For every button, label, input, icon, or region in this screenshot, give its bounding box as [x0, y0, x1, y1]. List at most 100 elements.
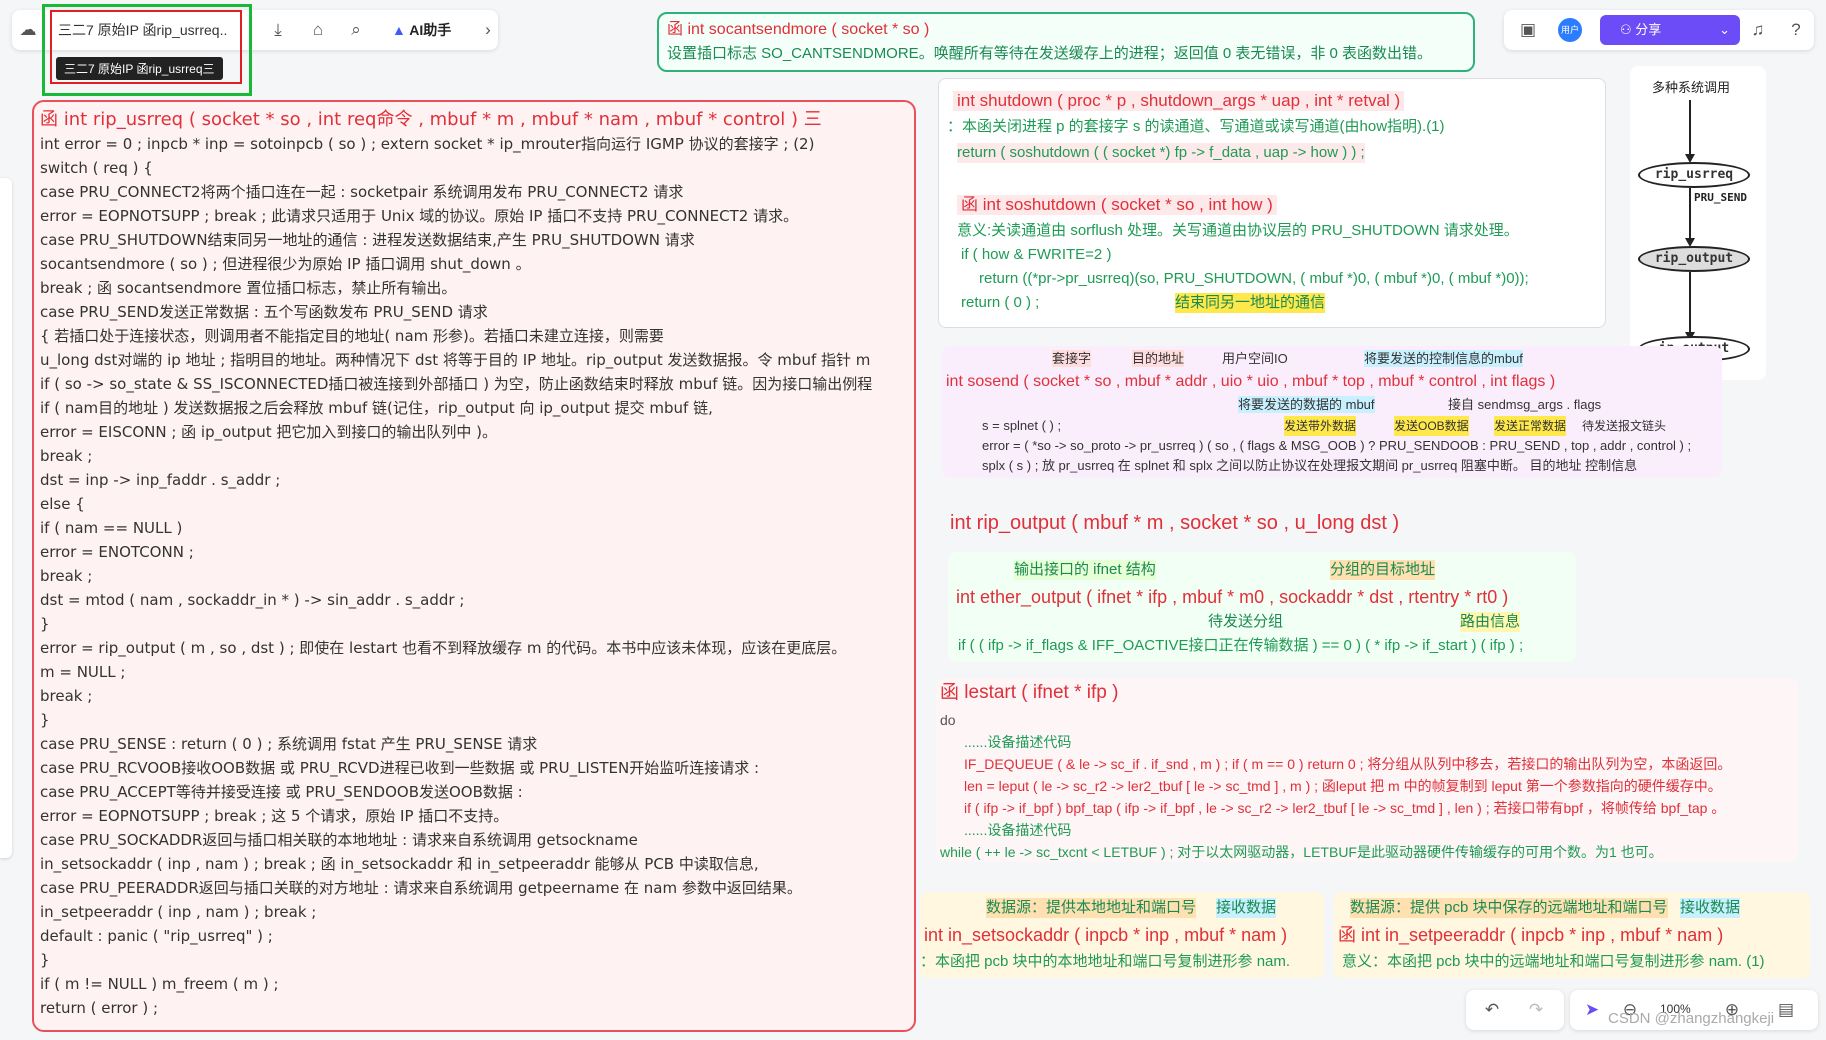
chevron-down-icon: ⌄ — [1719, 22, 1730, 37]
download-icon[interactable]: ⤓ — [262, 14, 294, 46]
socantsendmore-note[interactable]: 函 int socantsendmore ( socket * so ) 设置插… — [657, 12, 1475, 72]
share-button[interactable]: ⚇ 分享 ⌄ — [1600, 15, 1740, 45]
lestart-l1: IF_DEQUEUE ( & le -> sc_if . if_snd , m … — [964, 756, 1732, 772]
code-line: case PRU_SOCKADDR返回与插口相关联的本地地址 : 请求来自系统调… — [40, 831, 638, 849]
chevron-right-icon[interactable]: › — [472, 14, 504, 46]
sosend-sig: int sosend ( socket * so , mbuf * addr ,… — [946, 373, 1556, 390]
code-line: case PRU_SEND发送正常数据 : 五个写函数发布 PRU_SEND 请… — [40, 303, 488, 321]
ether-output-box[interactable]: 输出接口的 ifnet 结构 分组的目标地址 int ether_output … — [948, 552, 1576, 662]
code-line: 函 int rip_usrreq ( socket * so , int req… — [40, 109, 822, 130]
avatar[interactable]: 用户 — [1558, 18, 1582, 42]
gift-icon[interactable]: ▣ — [1512, 14, 1544, 46]
code-line: in_setpeeraddr ( inp , nam ) ; break ; — [40, 903, 317, 921]
code-line: int error = 0 ; inpcb * inp = sotoinpcb … — [40, 135, 815, 153]
bell-icon[interactable]: ♫ — [1742, 14, 1774, 46]
sosend-l1: s = splnet ( ) ; — [982, 418, 1062, 433]
tag-pkt: 待发送报文链头 — [1582, 419, 1667, 433]
node-rip-output: rip_output — [1638, 246, 1750, 272]
code-line: error = EOPNOTSUPP ; break ; 这 5 个请求，原始 … — [40, 807, 509, 825]
shutdown-box[interactable]: int shutdown ( proc * p , shutdown_args … — [938, 78, 1606, 328]
setsockaddr-box[interactable]: 数据源：提供本地地址和端口号 接收数据 int in_setsockaddr (… — [920, 892, 1324, 978]
user-plus-icon: ⚇ — [1620, 22, 1632, 37]
share-label: 分享 — [1635, 22, 1662, 37]
code-line: case PRU_ACCEPT等待并接受连接 或 PRU_SENDOOB发送OO… — [40, 783, 523, 801]
shutdown-desc: ：本函关闭进程 p 的套接字 s 的读通道、写通道或读写通道(由how指明).(… — [947, 118, 1445, 135]
rip-usrreq-pane[interactable]: 函 int rip_usrreq ( socket * so , int req… — [32, 100, 916, 1032]
lestart-c1: ......设备描述代码 — [964, 734, 1072, 750]
code-line: error = rip_output ( m , so , dst ) ; 即使… — [40, 639, 847, 657]
code-line: error = EISCONN ; 函 ip_output 把它加入到接口的输出… — [40, 423, 497, 441]
code-line: } — [40, 951, 50, 969]
tag-setpeer-src: 数据源：提供 pcb 块中保存的远端地址和端口号 — [1350, 898, 1668, 918]
setpeeraddr-desc: 意义：本函把 pcb 块中的远端地址和端口号复制进形参 nam. (1) — [1342, 953, 1765, 970]
lestart-do: do — [940, 712, 956, 728]
soshutdown-if: if ( how & FWRITE=2 ) — [961, 246, 1112, 263]
code-line: case PRU_PEERADDR返回与插口关联的对方地址 : 请求来自系统调用… — [40, 879, 802, 897]
tag-route: 路由信息 — [1460, 612, 1521, 632]
sosend-box[interactable]: 套接字 目的地址 用户空间IO 将要发送的控制信息的mbuf int sosen… — [942, 346, 1722, 478]
code-line: } — [40, 615, 50, 633]
code-line: case PRU_SHUTDOWN结束同另一地址的通信 : 进程发送数据结束,产… — [40, 231, 695, 249]
top-right-toolbar: ▣ 用户 ⚇ 分享 ⌄ ♫ ? — [1504, 10, 1814, 50]
lestart-l2: len = leput ( le -> sc_r2 -> ler2_tbuf [… — [964, 778, 1722, 794]
tag-icon[interactable]: ⌂ — [302, 14, 334, 46]
tag-target: 分组的目标地址 — [1330, 560, 1436, 580]
tag-pkt2: 待发送分组 — [1208, 613, 1284, 630]
tag-top: 将要发送的数据的 mbuf — [1238, 396, 1375, 413]
code-line: error = ENOTCONN ; — [40, 543, 194, 561]
tag-flags: 接自 sendmsg_args . flags — [1448, 397, 1602, 412]
pointer-icon[interactable]: ➤ — [1576, 994, 1608, 1026]
code-line: if ( so -> so_state & SS_ISCONNECTED插口被连… — [40, 375, 873, 393]
tag-ifnet: 输出接口的 ifnet 结构 — [1014, 560, 1156, 580]
ai-label: AI助手 — [409, 22, 452, 38]
note-desc: 设置插口标志 SO_CANTSENDMORE。唤醒所有等待在发送缓存上的进程；返… — [667, 45, 1433, 62]
setpeeraddr-sig: 函 int in_setpeeraddr ( inpcb * inp , mbu… — [1338, 925, 1724, 945]
tag-dest: 目的地址 — [1132, 350, 1185, 367]
code-line: else { — [40, 495, 85, 513]
lestart-sig: 函 lestart ( ifnet * ifp ) — [940, 682, 1119, 703]
code-line: if ( m != NULL ) m_freem ( m ) ; — [40, 975, 279, 993]
left-sidebar — [0, 178, 12, 858]
soshutdown-desc: 意义:关读通道由 sorflush 处理。关写通道由协议层的 PRU_SHUTD… — [957, 222, 1519, 239]
tab-tooltip: 三二7 原始IP 函rip_usrreq三 — [56, 57, 223, 80]
code-line: case PRU_RCVOOB接收OOB数据 或 PRU_RCVD进程已收到一些… — [40, 759, 760, 777]
code-line: break ; — [40, 687, 93, 705]
document-tab[interactable]: 三二7 原始IP 函rip_usrreq.. — [58, 20, 227, 40]
rip-output-sig[interactable]: int rip_output ( mbuf * m , socket * so … — [950, 512, 1399, 534]
code-line: default : panic ( "rip_usrreq" ) ; — [40, 927, 273, 945]
shutdown-return: return ( soshutdown ( ( socket *) fp -> … — [957, 143, 1365, 163]
tag-control: 将要发送的控制信息的mbuf — [1364, 350, 1523, 367]
code-line: break ; 函 socantsendmore 置位插口标志，禁止所有输出。 — [40, 279, 457, 297]
tag-socket: 套接字 — [1052, 350, 1092, 367]
redo-icon[interactable]: ↷ — [1520, 994, 1552, 1026]
cloud-icon[interactable]: ☁ — [16, 14, 40, 46]
code-line: in_setsockaddr ( inp , nam ) ; break ; 函… — [40, 855, 759, 873]
call-diagram[interactable]: 多种系统调用 rip_usrreq PRU_SEND rip_output ip… — [1630, 66, 1766, 380]
tag-setsock-src: 数据源：提供本地地址和端口号 — [986, 898, 1197, 918]
search-icon[interactable]: ⌕ — [340, 14, 372, 46]
diagram-edge-label: PRU_SEND — [1694, 191, 1747, 204]
code-line: switch ( req ) { — [40, 159, 153, 177]
code-line: case PRU_CONNECT2将两个插口连在一起 : socketpair … — [40, 183, 684, 201]
bottom-right-toolbar: ↶ ↷ — [1466, 990, 1564, 1030]
setsockaddr-desc: ：本函把 pcb 块中的本地地址和端口号复制进形参 nam. — [920, 953, 1291, 970]
help-icon[interactable]: ? — [1780, 14, 1812, 46]
lestart-c2: ......设备描述代码 — [964, 822, 1072, 838]
note-title: 函 int socantsendmore ( socket * so ) — [667, 21, 930, 38]
tag-send: 发送正常数据 — [1494, 416, 1567, 436]
setpeeraddr-box[interactable]: 数据源：提供 pcb 块中保存的远端地址和端口号 接收数据 函 int in_s… — [1334, 892, 1810, 978]
ai-assistant-button[interactable]: ▲ AI助手 — [392, 20, 451, 40]
lestart-box[interactable]: 函 lestart ( ifnet * ifp ) do ......设备描述代… — [936, 678, 1798, 862]
lestart-l4: while ( ++ le -> sc_txcnt < LETBUF ) ; 对… — [940, 844, 1663, 860]
tag-sendoob: 发送OOB数据 — [1394, 416, 1469, 436]
ai-icon: ▲ — [392, 22, 406, 38]
tag-uio: 用户空间IO — [1222, 351, 1288, 366]
code-line: { 若插口处于连接状态，则调用者不能指定目的地址( nam 形参)。若插口未建立… — [40, 327, 664, 345]
sosend-l2: error = ( *so -> so_proto -> pr_usrreq )… — [982, 438, 1692, 453]
book-icon[interactable]: ▤ — [1770, 994, 1802, 1026]
soshutdown-call: return ((*pr->pr_usrreq)(so, PRU_SHUTDOW… — [979, 270, 1529, 287]
ether-output-if: if ( ( ifp -> if_flags & IFF_OACTIVE接口正在… — [958, 637, 1524, 654]
undo-icon[interactable]: ↶ — [1476, 994, 1508, 1026]
code-line: error = EOPNOTSUPP ; break ; 此请求只适用于 Uni… — [40, 207, 799, 225]
code-line: break ; — [40, 447, 93, 465]
